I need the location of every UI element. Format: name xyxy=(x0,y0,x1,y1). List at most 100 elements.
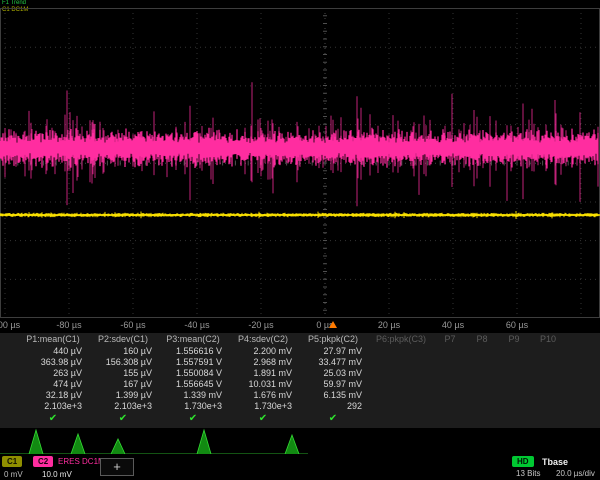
channel-c2-coupling-label: ERES DC1M xyxy=(58,457,105,466)
measure-value xyxy=(434,390,466,401)
measure-header-p6[interactable]: P6:pkpk(C3) xyxy=(368,333,434,346)
measure-value: 1.339 mV xyxy=(158,390,228,401)
measure-row-4: 474 µV167 µV1.556645 V10.031 mV59.97 mV xyxy=(18,379,600,390)
measure-status-icon: ✔ xyxy=(298,412,368,426)
measure-value: 263 µV xyxy=(18,368,88,379)
measure-value: 1.556645 V xyxy=(158,379,228,390)
measure-value xyxy=(368,346,434,357)
time-axis-label: -80 µs xyxy=(56,320,81,330)
measure-status-icon xyxy=(434,412,466,426)
measure-row-3: 263 µV155 µV1.550084 V1.891 mV25.03 mV xyxy=(18,368,600,379)
measure-header-p5[interactable]: P5:pkpk(C2) xyxy=(298,333,368,346)
measure-value: 33.477 mV xyxy=(298,357,368,368)
measure-header-p7[interactable]: P7 xyxy=(434,333,466,346)
measure-value xyxy=(466,357,498,368)
measure-header-p9[interactable]: P9 xyxy=(498,333,530,346)
channel-c1-offset-value: 0 mV xyxy=(4,470,23,479)
measure-value: 155 µV xyxy=(88,368,158,379)
measure-value: 1.550084 V xyxy=(158,368,228,379)
measure-value: 10.031 mV xyxy=(228,379,298,390)
add-trace-button[interactable]: + xyxy=(100,458,134,476)
time-axis-label: -60 µs xyxy=(120,320,145,330)
measure-value: 1.399 µV xyxy=(88,390,158,401)
measure-value: 2.103e+3 xyxy=(18,401,88,412)
measure-status-icon xyxy=(498,412,530,426)
trend-waveform xyxy=(0,428,320,456)
measure-value: 59.97 mV xyxy=(298,379,368,390)
measure-value: 1.557591 V xyxy=(158,357,228,368)
measure-status-icon: ✔ xyxy=(228,412,298,426)
channel-c1-descriptor[interactable]: C1 xyxy=(2,456,22,467)
oscilloscope-screen: { "overlay": { "green_label": "F1 Trend"… xyxy=(0,0,600,480)
measure-value: 2.968 mV xyxy=(228,357,298,368)
measure-value: 160 µV xyxy=(88,346,158,357)
measure-status-icon xyxy=(368,412,434,426)
measure-status-icon: ✔ xyxy=(18,412,88,426)
measure-value xyxy=(368,379,434,390)
measure-value xyxy=(368,357,434,368)
measure-value xyxy=(530,346,566,357)
measure-row-5: 32.18 µV1.399 µV1.339 mV1.676 mV6.135 mV xyxy=(18,390,600,401)
measure-value: 474 µV xyxy=(18,379,88,390)
measure-value: 363.98 µV xyxy=(18,357,88,368)
measure-value: 2.103e+3 xyxy=(88,401,158,412)
trend-trace-label[interactable]: F1 Trend xyxy=(2,0,26,7)
measure-value: 1.676 mV xyxy=(228,390,298,401)
measure-value xyxy=(466,390,498,401)
measure-value xyxy=(368,368,434,379)
measure-row-2: 363.98 µV156.308 µV1.557591 V2.968 mV33.… xyxy=(18,357,600,368)
measure-value xyxy=(498,357,530,368)
measure-value xyxy=(498,368,530,379)
measure-value: 1.556616 V xyxy=(158,346,228,357)
measure-header-p3[interactable]: P3:mean(C2) xyxy=(158,333,228,346)
measure-status-icon: ✔ xyxy=(88,412,158,426)
measure-value xyxy=(498,379,530,390)
measure-header-p10[interactable]: P10 xyxy=(530,333,566,346)
measure-value: 27.97 mV xyxy=(298,346,368,357)
measure-value xyxy=(434,357,466,368)
graticule-waveform-canvas xyxy=(0,8,600,318)
measure-header-p1[interactable]: P1:mean(C1) xyxy=(18,333,88,346)
measure-row-6: 2.103e+32.103e+31.730e+31.730e+3292 xyxy=(18,401,600,412)
measure-value xyxy=(466,379,498,390)
measure-value: 2.200 mV xyxy=(228,346,298,357)
measure-value: 25.03 mV xyxy=(298,368,368,379)
measure-value xyxy=(434,346,466,357)
measure-value: 1.891 mV xyxy=(228,368,298,379)
measure-value xyxy=(466,368,498,379)
trigger-position-marker[interactable] xyxy=(329,321,337,328)
timebase-descriptor[interactable]: Tbase xyxy=(542,457,568,467)
measure-value xyxy=(434,401,466,412)
measure-value: 1.730e+3 xyxy=(228,401,298,412)
timebase-scale-value: 20.0 µs/div xyxy=(556,469,595,478)
time-axis: -100 µs-80 µs-60 µs-40 µs-20 µs0 µs20 µs… xyxy=(0,320,600,332)
channel-c1-scale-value: 10.0 mV xyxy=(42,470,72,479)
descriptor-bar: C1 C2 ERES DC1M 0 mV 10.0 mV + HD Tbase … xyxy=(0,454,600,480)
measure-value xyxy=(530,390,566,401)
measure-value xyxy=(368,401,434,412)
measure-value: 440 µV xyxy=(18,346,88,357)
measure-panel: P1:mean(C1)P2:sdev(C1)P3:mean(C2)P4:sdev… xyxy=(0,333,600,428)
time-axis-label: -20 µs xyxy=(248,320,273,330)
measure-header-p4[interactable]: P4:sdev(C2) xyxy=(228,333,298,346)
channel-c2-descriptor[interactable]: C2 xyxy=(33,456,53,467)
measure-value xyxy=(466,346,498,357)
measure-value xyxy=(498,390,530,401)
measure-header-p8[interactable]: P8 xyxy=(466,333,498,346)
measure-value: 167 µV xyxy=(88,379,158,390)
time-axis-label: 40 µs xyxy=(442,320,464,330)
time-axis-label: -40 µs xyxy=(184,320,209,330)
trend-waveform-path xyxy=(0,430,308,454)
measure-status-icon: ✔ xyxy=(158,412,228,426)
measure-header-p2[interactable]: P2:sdev(C1) xyxy=(88,333,158,346)
measure-value: 1.730e+3 xyxy=(158,401,228,412)
measure-value xyxy=(368,390,434,401)
measure-value xyxy=(466,401,498,412)
time-axis-label: -100 µs xyxy=(0,320,20,330)
measure-value xyxy=(434,379,466,390)
measure-row-1: 440 µV160 µV1.556616 V2.200 mV27.97 mV xyxy=(18,346,600,357)
measure-value: 292 xyxy=(298,401,368,412)
measure-value: 32.18 µV xyxy=(18,390,88,401)
hd-mode-badge[interactable]: HD xyxy=(512,456,534,467)
time-axis-label: 20 µs xyxy=(378,320,400,330)
